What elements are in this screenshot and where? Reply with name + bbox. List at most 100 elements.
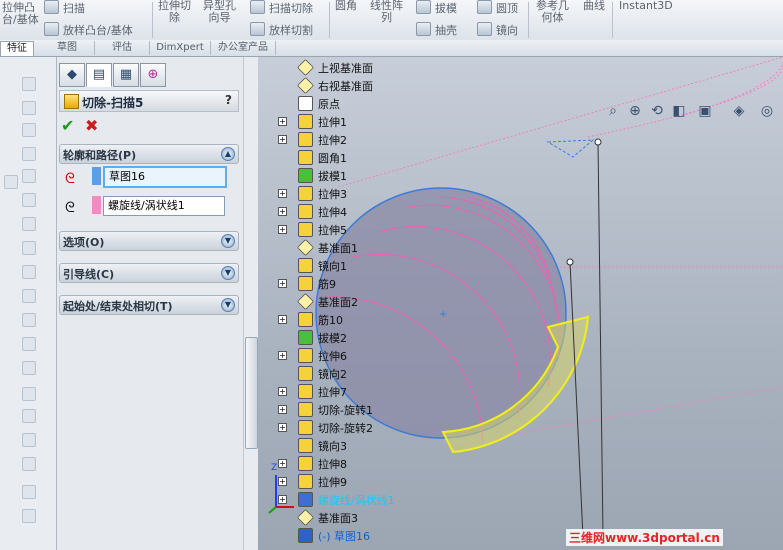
tab-office-products[interactable]: 办公室产品 bbox=[211, 41, 276, 55]
path-field[interactable]: 螺旋线/涡状线1 bbox=[103, 196, 225, 216]
feature-tree: 上视基准面 右视基准面 原点 + 拉伸1 + 拉伸2 圆角1 拔模1 + 拉伸3 + 拉伸4 + 拉伸5 基准… bbox=[258, 57, 398, 550]
expand-icon[interactable]: + bbox=[278, 279, 287, 288]
fillet-icon bbox=[298, 150, 313, 165]
command-manager-tabs: 特征 草图 评估 DimXpert 办公室产品 bbox=[0, 40, 783, 57]
tool-icon[interactable] bbox=[22, 101, 36, 115]
cancel-button[interactable]: ✖ bbox=[85, 116, 98, 135]
guide-curves-section[interactable]: 引导线(C) ▼ bbox=[59, 263, 239, 283]
tool-icon[interactable] bbox=[22, 313, 36, 327]
chevron-down-icon[interactable]: ▼ bbox=[221, 234, 235, 248]
configuration-manager-tab-icon[interactable]: ▦ bbox=[113, 63, 139, 87]
axis-endpoint bbox=[566, 258, 574, 266]
tool-icon[interactable] bbox=[22, 457, 36, 471]
hide-show-items-icon[interactable]: ◎ bbox=[758, 103, 776, 119]
tool-icon[interactable] bbox=[22, 409, 36, 423]
dimxpert-manager-tab-icon[interactable]: ⊕ bbox=[140, 63, 166, 87]
tool-icon[interactable] bbox=[22, 509, 36, 523]
tool-icon[interactable] bbox=[22, 337, 36, 351]
tool-icon[interactable] bbox=[22, 193, 36, 207]
shell-button[interactable]: 抽壳 bbox=[416, 22, 457, 37]
expand-icon[interactable]: + bbox=[278, 477, 287, 486]
tool-icon[interactable] bbox=[22, 361, 36, 375]
swept-cut-button[interactable]: 扫描切除 bbox=[250, 0, 313, 15]
hole-wizard-button[interactable]: 异型孔 向导 bbox=[203, 0, 236, 24]
tool-icon[interactable] bbox=[22, 387, 36, 401]
expand-icon[interactable]: + bbox=[278, 423, 287, 432]
expand-icon[interactable]: + bbox=[278, 351, 287, 360]
loft-button[interactable]: 放样凸台/基体 bbox=[44, 22, 133, 37]
chevron-down-icon[interactable]: ▼ bbox=[221, 298, 235, 312]
dome-button[interactable]: 圆顶 bbox=[477, 0, 518, 15]
helix-icon bbox=[298, 492, 313, 507]
expand-icon[interactable]: + bbox=[278, 405, 287, 414]
options-section[interactable]: 选项(O) ▼ bbox=[59, 231, 239, 251]
expand-icon[interactable]: + bbox=[278, 315, 287, 324]
path-icon: ᘓ bbox=[65, 200, 75, 216]
property-manager-tab-icon[interactable]: ▤ bbox=[86, 63, 112, 87]
start-end-tangency-section[interactable]: 起始处/结束处相切(T) ▼ bbox=[59, 295, 239, 315]
draft-button[interactable]: 拔模 bbox=[416, 0, 457, 15]
feature-manager-tab-icon[interactable]: ◆ bbox=[59, 63, 85, 87]
fillet-button[interactable]: 圆角 bbox=[335, 0, 357, 12]
expand-icon[interactable]: + bbox=[278, 225, 287, 234]
watermark: 三维网www.3dportal.cn bbox=[566, 529, 723, 546]
profile-and-path-section[interactable]: 轮廓和路径(P) ▲ bbox=[59, 144, 239, 164]
plane-icon bbox=[297, 239, 314, 256]
extrude-icon bbox=[298, 222, 313, 237]
extrude-boss-button[interactable]: 拉伸凸 台/基体 bbox=[2, 2, 39, 26]
axis-line bbox=[569, 261, 584, 538]
expand-icon[interactable]: + bbox=[278, 117, 287, 126]
extruded-cut-button[interactable]: 拉伸切 除 bbox=[158, 0, 191, 24]
tree-node-label: 切除-旋转2 bbox=[318, 422, 373, 435]
profile-field[interactable]: 草图16 bbox=[103, 166, 227, 188]
expand-icon[interactable]: + bbox=[278, 495, 287, 504]
tab-features[interactable]: 特征 bbox=[0, 41, 34, 56]
expand-icon[interactable]: + bbox=[278, 387, 287, 396]
tool-icon[interactable] bbox=[22, 289, 36, 303]
expand-icon[interactable]: + bbox=[278, 189, 287, 198]
tool-icon[interactable] bbox=[22, 77, 36, 91]
display-style-icon[interactable]: ◈ bbox=[730, 103, 748, 119]
expand-icon[interactable]: + bbox=[278, 207, 287, 216]
tool-icon[interactable] bbox=[22, 241, 36, 255]
plane-icon bbox=[297, 509, 314, 526]
previous-view-icon[interactable]: ⟲ bbox=[648, 103, 666, 119]
tool-icon[interactable] bbox=[22, 217, 36, 231]
reference-geometry-label-2: 何体 bbox=[541, 11, 564, 24]
property-manager-header: 切除-扫描5 ? bbox=[59, 90, 239, 112]
tool-icon[interactable] bbox=[22, 123, 36, 137]
tool-icon[interactable] bbox=[22, 265, 36, 279]
section-view-icon[interactable]: ◧ bbox=[670, 103, 688, 119]
origin-icon bbox=[298, 96, 313, 111]
axis-line bbox=[597, 141, 604, 538]
scrollbar-thumb[interactable] bbox=[245, 337, 258, 449]
help-button[interactable]: ? bbox=[225, 93, 232, 107]
linear-pattern-button[interactable]: 线性阵 列 bbox=[370, 0, 403, 24]
reference-geometry-button[interactable]: 参考几 何体 bbox=[536, 0, 569, 24]
sweep-button[interactable]: 扫描 bbox=[44, 0, 85, 15]
view-orientation-icon[interactable]: ▣ bbox=[696, 103, 714, 119]
expand-icon[interactable]: + bbox=[278, 459, 287, 468]
curves-button[interactable]: 曲线 bbox=[583, 0, 605, 12]
tree-node-label: 镜向2 bbox=[318, 368, 347, 381]
property-manager: ◆ ▤ ▦ ⊕ 切除-扫描5 ? ✔ ✖ 轮廓和路径(P) ▲ ᘓ 草图16 ᘓ… bbox=[57, 57, 244, 550]
lofted-cut-button[interactable]: 放样切割 bbox=[250, 22, 313, 37]
ribbon-divider bbox=[612, 2, 613, 38]
tool-icon[interactable] bbox=[22, 169, 36, 183]
tab-dimxpert[interactable]: DimXpert bbox=[150, 41, 211, 55]
tool-icon[interactable] bbox=[22, 147, 36, 161]
mirror-button[interactable]: 镜向 bbox=[477, 22, 518, 37]
chevron-down-icon[interactable]: ▼ bbox=[221, 266, 235, 280]
instant3d-button[interactable]: Instant3D bbox=[619, 0, 673, 12]
tool-icon[interactable] bbox=[22, 433, 36, 447]
tab-sketch[interactable]: 草图 bbox=[40, 41, 95, 55]
ok-button[interactable]: ✔ bbox=[61, 116, 74, 135]
tool-icon[interactable] bbox=[4, 175, 18, 189]
panel-scrollbar[interactable] bbox=[243, 57, 258, 550]
expand-icon[interactable]: + bbox=[278, 135, 287, 144]
tab-evaluate[interactable]: 评估 bbox=[95, 41, 150, 55]
tool-icon[interactable] bbox=[22, 485, 36, 499]
zoom-to-fit-icon[interactable]: ⌕ bbox=[604, 103, 622, 119]
zoom-area-icon[interactable]: ⊕ bbox=[626, 103, 644, 119]
chevron-up-icon[interactable]: ▲ bbox=[221, 147, 235, 161]
